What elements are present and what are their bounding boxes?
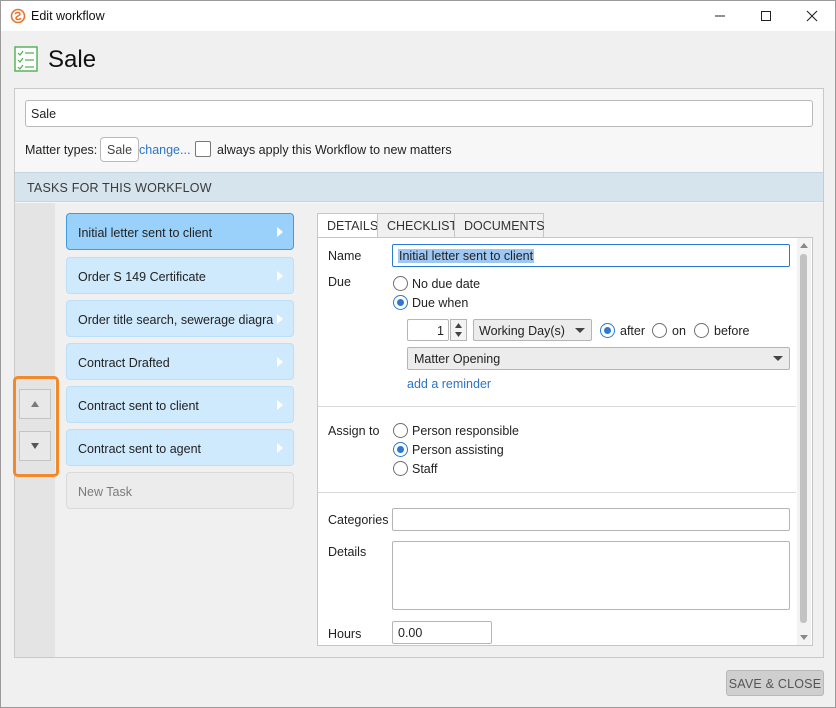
divider xyxy=(318,406,796,407)
quantity-value: 1 xyxy=(437,324,444,338)
task-item[interactable]: Order S 149 Certificate xyxy=(66,257,294,294)
matter-type-chip: Sale xyxy=(100,137,140,162)
event-select[interactable]: Matter Opening xyxy=(407,347,790,370)
divider xyxy=(318,492,796,493)
before-radio[interactable] xyxy=(694,323,709,338)
categories-input[interactable] xyxy=(392,508,790,531)
after-radio[interactable] xyxy=(600,323,615,338)
scroll-up-icon xyxy=(800,243,808,248)
chevron-down-icon xyxy=(773,356,783,361)
person-assisting-label: Person assisting xyxy=(412,443,504,457)
unit-select[interactable]: Working Day(s) xyxy=(473,319,592,341)
chevron-right-icon xyxy=(277,357,283,367)
task-item[interactable]: Order title search, sewerage diagra... xyxy=(66,300,294,337)
task-label: Initial letter sent to client xyxy=(78,226,213,240)
hours-label: Hours xyxy=(328,627,362,641)
chevron-right-icon xyxy=(277,314,283,324)
unit-value: Working Day(s) xyxy=(479,324,565,338)
task-item[interactable]: Initial letter sent to client xyxy=(66,213,294,250)
quantity-stepper[interactable]: 1 xyxy=(407,319,449,341)
workflow-name-input[interactable]: Sale xyxy=(25,100,813,127)
save-close-button[interactable]: SAVE & CLOSE xyxy=(726,670,824,696)
event-value: Matter Opening xyxy=(414,352,501,366)
minimize-button[interactable] xyxy=(697,1,743,31)
checklist-icon xyxy=(14,46,38,72)
tab-checklist[interactable]: CHECKLIST xyxy=(377,213,457,238)
details-textarea[interactable] xyxy=(392,541,790,610)
details-label: Details xyxy=(328,545,367,559)
task-item[interactable]: Contract Drafted xyxy=(66,343,294,380)
chevron-right-icon xyxy=(277,443,283,453)
change-matter-types-link[interactable]: change... xyxy=(139,143,190,157)
chevron-right-icon xyxy=(277,400,283,410)
task-label: Order S 149 Certificate xyxy=(78,270,206,284)
person-assisting-radio[interactable] xyxy=(393,442,408,457)
title-bar: Edit workflow xyxy=(1,1,835,31)
always-apply-checkbox[interactable] xyxy=(195,141,211,157)
task-label: Contract sent to client xyxy=(78,399,199,413)
after-label: after xyxy=(620,324,646,338)
name-label: Name xyxy=(328,249,362,263)
tab-details[interactable]: DETAILS xyxy=(317,213,378,239)
add-reminder-link[interactable]: add a reminder xyxy=(407,377,491,391)
before-label: before xyxy=(714,324,750,338)
on-radio[interactable] xyxy=(652,323,667,338)
always-apply-label: always apply this Workflow to new matter… xyxy=(217,143,452,157)
hours-input[interactable]: 0.00 xyxy=(392,621,492,644)
task-label: Order title search, sewerage diagra... xyxy=(78,313,274,327)
maximize-icon xyxy=(761,11,771,21)
tab-documents[interactable]: DOCUMENTS xyxy=(454,213,545,238)
page-title: Sale xyxy=(48,46,97,73)
close-button[interactable] xyxy=(789,1,835,31)
hours-value: 0.00 xyxy=(398,626,423,640)
move-up-button[interactable] xyxy=(19,389,51,419)
new-task-label: New Task xyxy=(78,485,132,499)
task-item[interactable]: Contract sent to client xyxy=(66,386,294,423)
tasks-section-header: TASKS FOR THIS WORKFLOW xyxy=(15,172,823,202)
no-due-date-label: No due date xyxy=(412,277,481,291)
due-label: Due xyxy=(328,275,351,289)
matter-types-label: Matter types: xyxy=(25,143,98,157)
staff-radio[interactable] xyxy=(393,461,408,476)
quantity-spin-buttons[interactable] xyxy=(450,319,467,341)
tasks-section-title: TASKS FOR THIS WORKFLOW xyxy=(27,181,212,195)
categories-label: Categories xyxy=(328,513,389,527)
task-name-input[interactable]: Initial letter sent to client xyxy=(392,244,790,267)
scroll-down-icon xyxy=(800,635,808,640)
minimize-icon xyxy=(715,15,725,17)
spin-down-icon xyxy=(455,332,462,337)
app-logo-icon xyxy=(10,8,26,24)
chevron-right-icon xyxy=(277,227,283,237)
no-due-date-radio[interactable] xyxy=(393,276,408,291)
person-responsible-label: Person responsible xyxy=(412,424,520,438)
arrow-up-icon xyxy=(31,401,39,407)
chevron-right-icon xyxy=(277,271,283,281)
due-when-label: Due when xyxy=(412,296,469,310)
maximize-button[interactable] xyxy=(743,1,789,31)
due-when-radio[interactable] xyxy=(393,295,408,310)
chevron-down-icon xyxy=(575,328,585,333)
task-label: Contract Drafted xyxy=(78,356,170,370)
edit-workflow-window: Edit workflow Sale Sale Matter types: Sa… xyxy=(0,0,836,708)
new-task-button[interactable]: New Task xyxy=(66,472,294,509)
move-down-button[interactable] xyxy=(19,431,51,461)
task-name-value: Initial letter sent to client xyxy=(398,249,535,263)
task-item[interactable]: Contract sent to agent xyxy=(66,429,294,466)
arrow-down-icon xyxy=(31,443,39,449)
spin-up-icon xyxy=(455,323,462,328)
assign-to-label: Assign to xyxy=(328,424,380,438)
scrollbar-thumb[interactable] xyxy=(800,254,807,623)
on-label: on xyxy=(672,324,686,338)
person-responsible-radio[interactable] xyxy=(393,423,408,438)
close-icon xyxy=(806,10,818,22)
window-title: Edit workflow xyxy=(31,9,105,23)
staff-label: Staff xyxy=(412,462,438,476)
task-label: Contract sent to agent xyxy=(78,442,201,456)
